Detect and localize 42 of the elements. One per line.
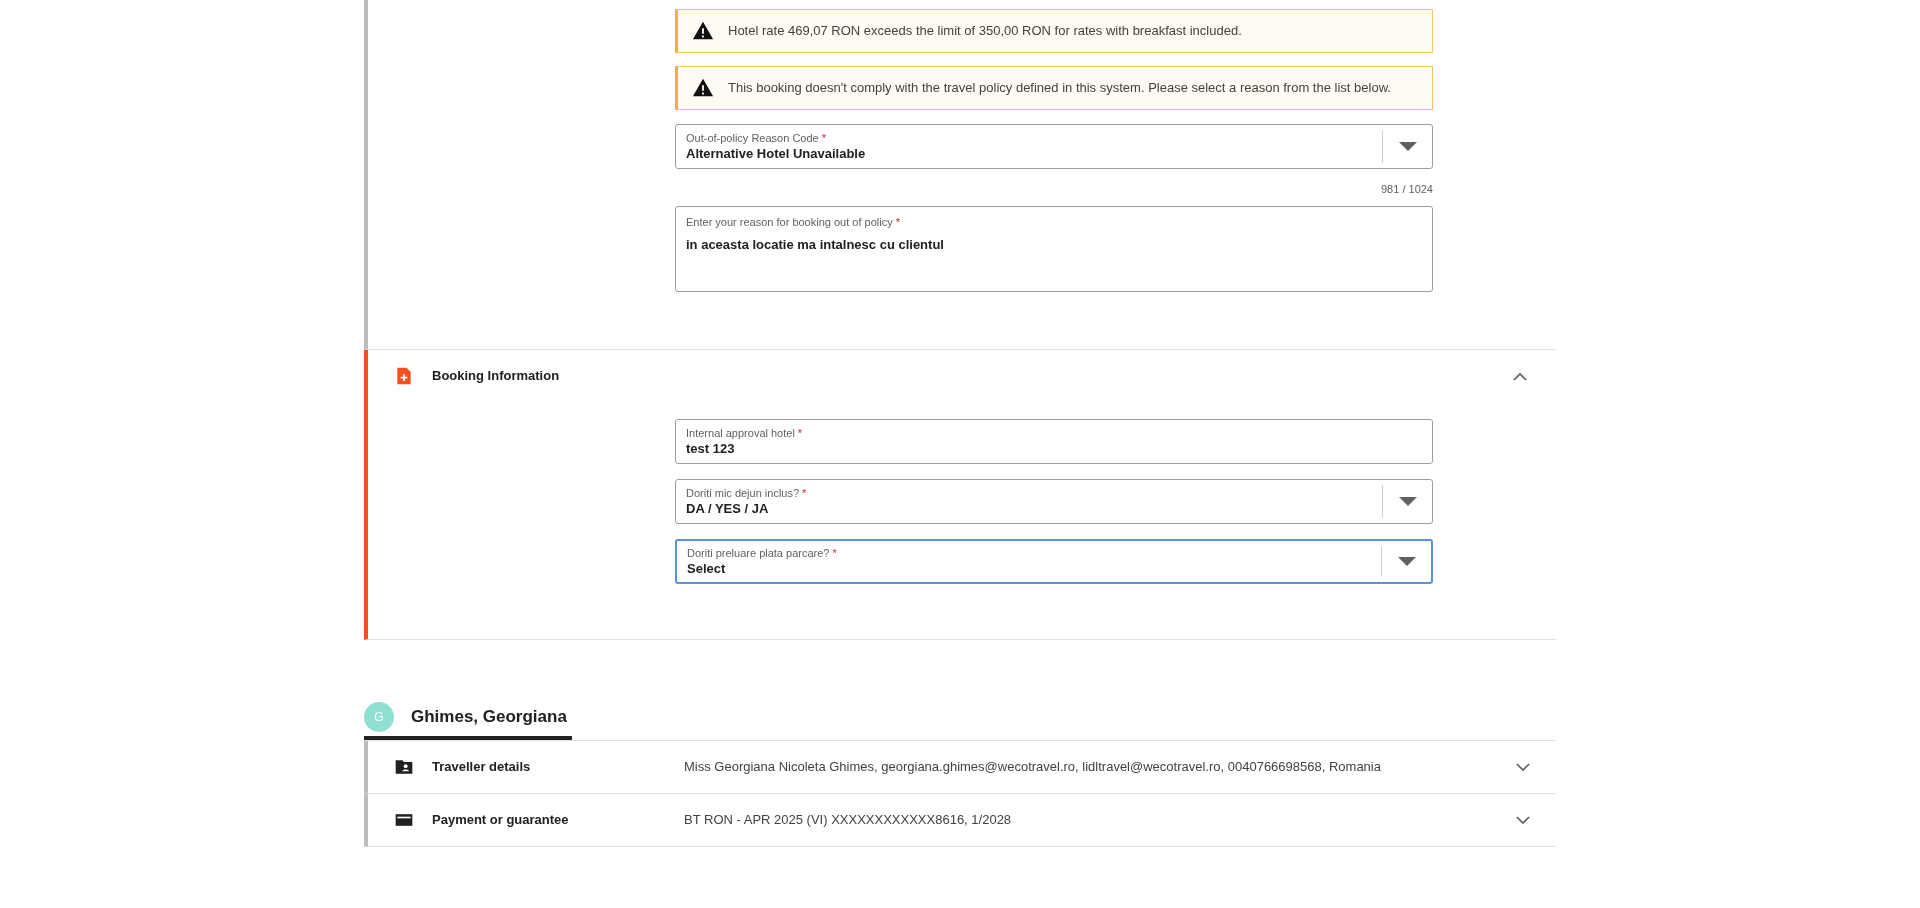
traveller-name: Ghimes, Georgiana xyxy=(411,705,567,728)
section-title: Booking Information xyxy=(432,367,561,386)
warning-icon xyxy=(692,20,714,42)
select-dropdown[interactable]: Doriti mic dejun inclus? * DA / YES / JA xyxy=(675,479,1433,524)
traveller-section-row[interactable]: Traveller details Miss Georgiana Nicoleta Ghimes, georgiana.ghimes@wecotravel.ro, lidltravel@wecotravel.ro, 0040766698568, Romania xyxy=(364,741,1556,794)
field-label: Doriti preluare plata parcare? xyxy=(687,546,830,560)
required-marker: * xyxy=(821,131,826,145)
field-value: Alternative Hotel Unavailable xyxy=(686,145,867,162)
row-summary: BT RON - APR 2025 (VI) XXXXXXXXXXXX8616, 1/2028 xyxy=(684,811,1013,830)
select-dropdown[interactable]: Doriti preluare plata parcare? * Select xyxy=(675,539,1433,584)
row-summary: Miss Georgiana Nicoleta Ghimes, georgiana.ghimes@wecotravel.ro, lidltravel@wecotravel.ro, 0040766698568, Romania xyxy=(684,758,1382,777)
chevron-up-icon xyxy=(1513,371,1527,381)
field-value: Select xyxy=(687,560,727,577)
required-marker: * xyxy=(802,486,807,500)
folder-person-icon xyxy=(394,757,414,777)
required-marker: * xyxy=(797,426,803,440)
reason-code-dropdown[interactable]: Out-of-policy Reason Code * Alternative Hotel Unavailable xyxy=(675,124,1433,169)
character-counter: 981 / 1024 xyxy=(1381,182,1433,197)
traveller-section-row[interactable]: Payment or guarantee BT RON - APR 2025 (VI) XXXXXXXXXXXX8616, 1/2028 xyxy=(364,794,1556,847)
alert-text: This booking doesn't comply with the travel policy defined in this system. Please select a reason from the list below. xyxy=(728,79,1391,98)
chevron-down-icon xyxy=(1516,762,1530,772)
field-label: Internal approval hotel xyxy=(686,426,795,440)
avatar-initial: G xyxy=(364,701,394,732)
field-value: in aceasta locatie ma intalnesc cu clientul xyxy=(686,235,945,254)
field-label: Enter your reason for booking out of policy xyxy=(686,214,893,229)
text-input-field[interactable]: Internal approval hotel * test 123 xyxy=(675,419,1433,464)
required-marker: * xyxy=(895,214,900,229)
field-label: Doriti mic dejun inclus? xyxy=(686,486,800,500)
row-title: Traveller details xyxy=(432,758,532,777)
chevron-down-icon xyxy=(1516,815,1530,825)
warning-icon xyxy=(692,77,714,99)
alert-text: Hotel rate 469,07 RON exceeds the limit of 350,00 RON for rates with breakfast included. xyxy=(728,22,1242,41)
field-value: test 123 xyxy=(686,440,736,457)
field-value: DA / YES / JA xyxy=(686,500,770,517)
document-add-icon xyxy=(394,366,414,386)
required-marker: * xyxy=(832,546,837,560)
field-label: Out-of-policy Reason Code xyxy=(686,131,819,145)
dropdown-caret-icon xyxy=(1398,142,1417,151)
row-title: Payment or guarantee xyxy=(432,811,570,830)
dropdown-caret-icon xyxy=(1398,497,1417,506)
reason-textarea[interactable]: Enter your reason for booking out of policy * in aceasta locatie ma intalnesc cu clientul xyxy=(675,205,1433,292)
dropdown-caret-icon xyxy=(1397,557,1416,566)
